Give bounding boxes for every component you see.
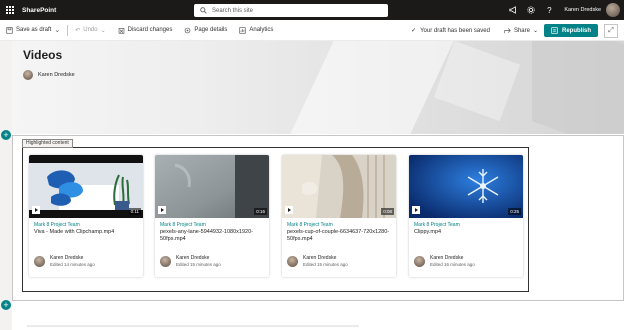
page-details-label: Page details bbox=[194, 27, 228, 33]
site-link[interactable]: Mark 8 Project Team bbox=[287, 222, 333, 228]
card-author: Karen Dredske Edited 16 minutes ago bbox=[414, 255, 475, 267]
video-thumbnail[interactable]: 0:08 bbox=[282, 155, 396, 218]
chevron-down-icon: ⌄ bbox=[100, 27, 106, 34]
discard-changes-button[interactable]: Discard changes bbox=[112, 20, 179, 41]
author-name: Karen Dredske bbox=[176, 255, 210, 261]
site-link[interactable]: Mark 8 Project Team bbox=[34, 222, 80, 228]
author-name: Karen Dredske bbox=[303, 255, 337, 261]
share-button[interactable]: Share ⌄ bbox=[498, 20, 544, 41]
video-card[interactable]: 0:16 Mark 8 Project Team pexels-any-lane… bbox=[155, 155, 269, 277]
video-duration: 0:16 bbox=[254, 208, 267, 215]
play-icon[interactable] bbox=[158, 206, 166, 214]
video-thumbnail[interactable]: 0:16 bbox=[155, 155, 269, 218]
play-icon[interactable] bbox=[285, 206, 293, 214]
author-name: Karen Dredske bbox=[38, 72, 75, 78]
card-author: Karen Dredske Edited 14 minutes ago bbox=[34, 255, 95, 267]
video-title[interactable]: pexels-any-lane-5944932-1080x1920-50fps.… bbox=[160, 229, 264, 243]
undo-label: Undo bbox=[83, 27, 98, 33]
video-card[interactable]: 0:08 Mark 8 Project Team pexels-cup-of-c… bbox=[282, 155, 396, 277]
page-details-button[interactable]: Page details bbox=[178, 20, 233, 41]
video-card[interactable]: 0:11 Mark 8 Project Team Viva - Made wit… bbox=[29, 155, 143, 277]
edited-time: Edited 15 minutes ago bbox=[176, 262, 221, 267]
page-title[interactable]: Videos bbox=[23, 48, 62, 62]
video-title[interactable]: Viva - Made with Clipchamp.mp4 bbox=[34, 229, 138, 236]
author-avatar bbox=[34, 255, 45, 267]
header-background-shape bbox=[532, 41, 624, 134]
megaphone-icon[interactable] bbox=[504, 0, 522, 20]
card-author: Karen Dredske Edited 15 minutes ago bbox=[287, 255, 348, 267]
header-background-shape bbox=[290, 41, 454, 134]
play-icon[interactable] bbox=[32, 206, 40, 214]
user-avatar[interactable] bbox=[606, 3, 620, 17]
chevron-down-icon[interactable]: ⌄ bbox=[54, 26, 60, 34]
author-avatar bbox=[287, 255, 298, 267]
checkmark-icon: ✓ bbox=[411, 28, 417, 34]
share-label: Share bbox=[513, 27, 530, 34]
video-title[interactable]: pexels-cup-of-couple-6634637-720x1280-50… bbox=[287, 229, 391, 243]
app-name[interactable]: SharePoint bbox=[22, 7, 56, 14]
command-bar: Save as draft ⌄ ↶ Undo ⌄ Discard changes… bbox=[0, 20, 624, 41]
thumbnail-image bbox=[282, 155, 396, 218]
republish-label: Republish bbox=[561, 27, 591, 34]
republish-button[interactable]: Republish bbox=[543, 24, 598, 37]
play-icon[interactable] bbox=[412, 206, 420, 214]
page-header bbox=[12, 41, 624, 134]
discard-label: Discard changes bbox=[127, 27, 173, 33]
video-thumbnail[interactable]: 0:25 bbox=[409, 155, 523, 218]
video-title[interactable]: Clippy.mp4 bbox=[414, 229, 518, 236]
author-avatar bbox=[414, 255, 425, 267]
thumbnail-image bbox=[29, 155, 143, 218]
expand-icon[interactable]: ⤢ bbox=[604, 23, 618, 38]
author-name: Karen Dredske bbox=[50, 255, 84, 261]
gear-icon[interactable] bbox=[522, 0, 540, 20]
search-icon bbox=[200, 7, 207, 14]
next-section-placeholder bbox=[27, 325, 359, 327]
share-icon bbox=[504, 28, 511, 34]
card-author: Karen Dredske Edited 15 minutes ago bbox=[160, 255, 221, 267]
app-launcher-icon[interactable] bbox=[0, 0, 20, 20]
author-avatar bbox=[160, 255, 171, 267]
video-duration: 0:08 bbox=[381, 208, 394, 215]
undo-icon: ↶ bbox=[75, 27, 81, 34]
site-link[interactable]: Mark 8 Project Team bbox=[414, 222, 460, 228]
thumbnail-image bbox=[409, 155, 523, 218]
edited-time: Edited 15 minutes ago bbox=[303, 262, 348, 267]
video-duration: 0:25 bbox=[508, 208, 521, 215]
search-placeholder: Search this site bbox=[212, 7, 254, 14]
discard-icon bbox=[118, 27, 124, 34]
video-thumbnail[interactable]: 0:11 bbox=[29, 155, 143, 218]
save-as-draft-button[interactable]: Save as draft ⌄ bbox=[0, 20, 66, 41]
analytics-label: Analytics bbox=[249, 27, 274, 33]
analytics-icon bbox=[239, 26, 247, 34]
author-avatar bbox=[23, 70, 33, 80]
analytics-button[interactable]: Analytics bbox=[233, 20, 279, 41]
republish-icon bbox=[551, 27, 558, 34]
video-card[interactable]: 0:25 Mark 8 Project Team Clippy.mp4 Kare… bbox=[409, 155, 523, 277]
page-details-icon bbox=[185, 27, 191, 33]
save-icon bbox=[6, 26, 13, 34]
user-name[interactable]: Karen Dredske bbox=[564, 7, 601, 13]
add-section-button[interactable]: + bbox=[1, 300, 11, 310]
author-name: Karen Dredske bbox=[430, 255, 464, 261]
save-status: ✓ Your draft has been saved bbox=[411, 27, 490, 35]
suite-bar: SharePoint Search this site ? Karen Dred… bbox=[0, 0, 624, 20]
webpart-label: Highlighted content bbox=[22, 139, 73, 148]
save-status-text: Your draft has been saved bbox=[420, 27, 490, 34]
chevron-down-icon: ⌄ bbox=[532, 28, 538, 34]
search-box[interactable]: Search this site bbox=[194, 4, 388, 17]
site-link[interactable]: Mark 8 Project Team bbox=[160, 222, 206, 228]
author-byline: Karen Dredske bbox=[23, 70, 75, 80]
undo-button[interactable]: ↶ Undo ⌄ bbox=[69, 20, 111, 41]
left-rail bbox=[0, 41, 12, 330]
thumbnail-image bbox=[155, 155, 269, 218]
video-duration: 0:11 bbox=[128, 208, 141, 215]
save-as-draft-label: Save as draft bbox=[16, 27, 52, 33]
divider bbox=[67, 24, 69, 36]
add-section-button[interactable]: + bbox=[1, 130, 11, 140]
edited-time: Edited 14 minutes ago bbox=[50, 262, 95, 267]
help-icon[interactable]: ? bbox=[540, 0, 558, 20]
edited-time: Edited 16 minutes ago bbox=[430, 262, 475, 267]
